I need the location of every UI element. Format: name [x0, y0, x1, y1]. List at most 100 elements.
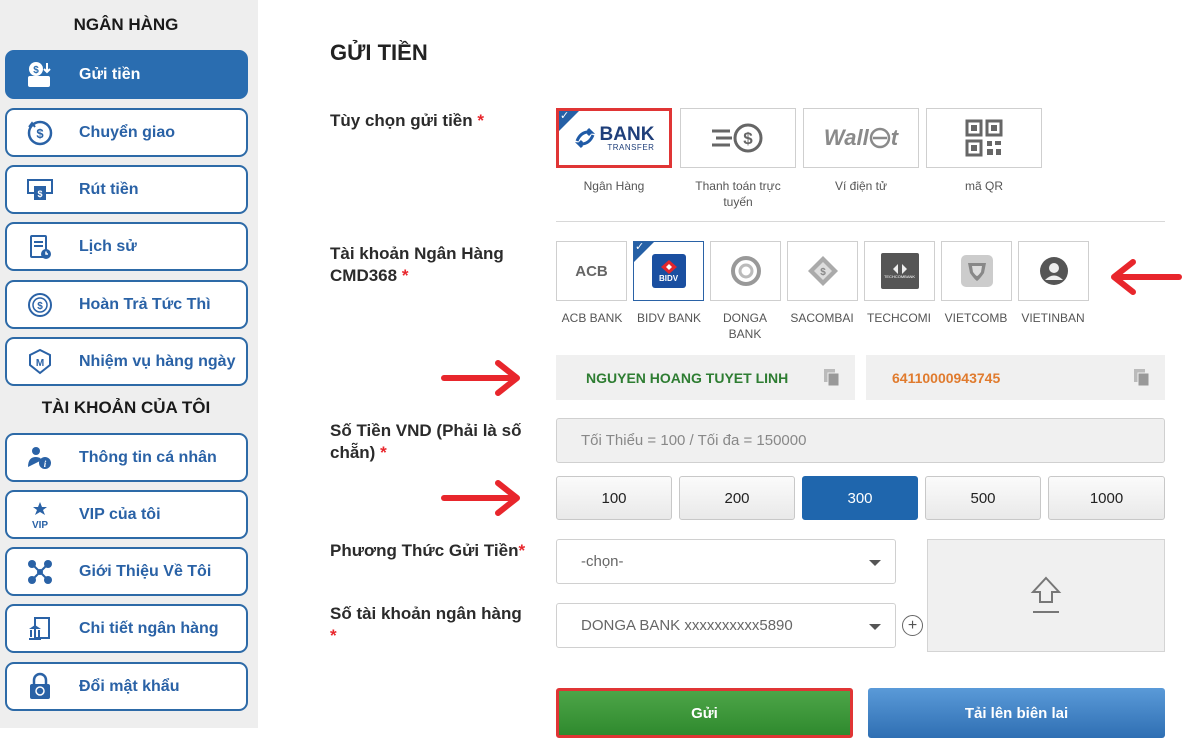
bank-label: VIETINBAN [1021, 311, 1085, 325]
svg-text:$: $ [36, 126, 44, 141]
sidebar-item-bank-detail[interactable]: Chi tiết ngân hàng [5, 604, 248, 653]
annotation-arrow-right-icon [441, 480, 520, 516]
bidv-logo-text: BIDV [658, 273, 679, 283]
option-qr-code[interactable] [926, 108, 1042, 168]
source-account-label: Số tài khoản ngân hàng * [330, 603, 540, 647]
vip-icon: VIP [25, 500, 55, 530]
account-name: NGUYEN HOANG TUYET LINH [586, 369, 789, 386]
techcombank-logo: TECHCOMBANK [880, 253, 919, 289]
option-e-wallet[interactable]: Wall t [803, 108, 919, 168]
required-mark: * [380, 443, 387, 462]
required-mark: * [401, 266, 409, 285]
bank-vietinbank[interactable] [1018, 241, 1089, 301]
sidebar-item-label: Chuyển giao [79, 123, 176, 141]
history-icon [25, 232, 55, 262]
method-label-text: Phương Thức Gửi Tiền [330, 541, 519, 560]
copy-icon[interactable] [1133, 368, 1151, 391]
annotation-arrow-right-icon [441, 360, 520, 396]
amount-input[interactable]: Tối Thiểu = 100 / Tối đa = 150000 [556, 418, 1165, 463]
bank-transfer-logo: BANK TRANSFER [574, 123, 655, 152]
amount-button-500[interactable]: 500 [925, 476, 1041, 520]
referral-icon [25, 557, 55, 587]
required-mark: * [477, 111, 484, 130]
upload-receipt-button[interactable]: Tải lên biên lai [868, 688, 1165, 738]
wallet-logo-text: Wall [823, 125, 869, 150]
bank-logo-subtext: TRANSFER [607, 142, 655, 152]
mission-icon: M [25, 347, 55, 377]
deposit-option-label: Tùy chọn gửi tiền * [330, 110, 484, 132]
amount-label-text: Số Tiền VND (Phải là số chẵn) [330, 421, 522, 462]
refund-icon: $ [25, 290, 55, 320]
sidebar-item-label: Giới Thiệu Về Tôi [79, 562, 212, 580]
sidebar-item-password[interactable]: Đổi mật khẩu [5, 662, 248, 711]
bank-account-label: Tài khoản Ngân Hàng CMD368 * [330, 243, 540, 287]
sidebar-item-vip[interactable]: VIP VIP của tôi [5, 490, 248, 539]
sidebar-item-profile[interactable]: i Thông tin cá nhân [5, 433, 248, 482]
annotation-arrow-left-icon [1111, 259, 1182, 295]
profile-icon: i [25, 443, 55, 473]
withdraw-icon: $ [25, 175, 55, 205]
sidebar-item-label: Thông tin cá nhân [79, 448, 217, 466]
sidebar-item-label: Gửi tiền [79, 65, 141, 83]
required-mark: * [518, 541, 526, 560]
sidebar-item-transfer[interactable]: $ Chuyển giao [5, 108, 248, 157]
method-select-value: -chọn- [581, 553, 624, 570]
svg-text:$: $ [820, 267, 826, 278]
amount-button-300[interactable]: 300 [802, 476, 918, 520]
option-label: Ví điện tử [834, 179, 888, 193]
account-number: 64110000943745 [892, 369, 1001, 386]
option-label: Thanh toán trực tuyến [695, 179, 781, 209]
acb-logo: ACB [575, 262, 608, 280]
bank-bidv[interactable]: ✓ BIDV [633, 241, 704, 301]
receipt-upload-area[interactable] [927, 539, 1165, 652]
sidebar-item-label: Hoàn Trả Tức Thì [79, 295, 211, 313]
bank-donga[interactable] [710, 241, 781, 301]
sidebar-item-label: Chi tiết ngân hàng [79, 619, 219, 637]
bank-acb[interactable]: ACB [556, 241, 627, 301]
send-button[interactable]: Gửi [556, 688, 853, 738]
sidebar-item-mission[interactable]: M Nhiệm vụ hàng ngày [5, 337, 248, 386]
amount-button-1000[interactable]: 1000 [1048, 476, 1165, 520]
upload-icon [1030, 576, 1062, 613]
sidebar-item-withdraw[interactable]: $ Rút tiền [5, 165, 248, 214]
svg-text:$: $ [33, 65, 39, 76]
bank-sacombank[interactable]: $ [787, 241, 858, 301]
chevron-down-icon [869, 560, 881, 566]
sidebar-item-label: VIP của tôi [79, 505, 161, 523]
copy-icon[interactable] [823, 368, 841, 391]
bank-label: VIETCOMB [944, 311, 1008, 325]
method-select[interactable]: -chọn- [556, 539, 896, 584]
sidebar-item-label: Đổi mật khẩu [79, 677, 180, 695]
bank-label: SACOMBAI [790, 311, 854, 325]
bank-vietcombank[interactable] [941, 241, 1012, 301]
amount-button-100[interactable]: 100 [556, 476, 672, 520]
wallet-e-icon [869, 127, 890, 149]
add-account-icon[interactable]: + [902, 615, 923, 636]
option-online-payment[interactable]: $ [680, 108, 796, 168]
option-bank-transfer[interactable]: ✓ BANK TRANSFER [556, 108, 672, 168]
bank-techcombank[interactable]: TECHCOMBANK [864, 241, 935, 301]
page-title: GỬI TIỀN [330, 40, 428, 65]
svg-text:$: $ [37, 301, 43, 312]
sidebar-item-deposit[interactable]: $ Gửi tiền [5, 50, 248, 99]
wallet-logo: Wall t [824, 125, 898, 151]
sidebar-item-label: Lịch sử [79, 237, 137, 255]
option-label: mã QR [964, 179, 1003, 193]
account-section-title: TÀI KHOẢN CỦA TÔI [41, 398, 211, 417]
sidebar: NGÂN HÀNG $ Gửi tiền $ Chuyển giao $ Rút… [0, 0, 258, 728]
sidebar-item-refund[interactable]: $ Hoàn Trả Tức Thì [5, 280, 248, 329]
bank-label: TECHCOMI [867, 311, 931, 325]
source-account-select[interactable]: DONGA BANK xxxxxxxxxx5890 [556, 603, 896, 648]
divider [556, 221, 1165, 222]
option-label: Ngân Hàng [583, 179, 645, 193]
bank-logo-text: BANK [599, 123, 655, 145]
amount-label: Số Tiền VND (Phải là số chẵn) * [330, 420, 530, 464]
sidebar-item-referral[interactable]: Giới Thiệu Về Tôi [5, 547, 248, 596]
chevron-down-icon [869, 624, 881, 630]
password-icon [25, 672, 55, 702]
amount-button-200[interactable]: 200 [679, 476, 795, 520]
bank-detail-icon [25, 614, 55, 644]
qr-code-icon [965, 119, 1003, 157]
svg-text:$: $ [37, 189, 42, 199]
sidebar-item-history[interactable]: Lịch sử [5, 222, 248, 271]
